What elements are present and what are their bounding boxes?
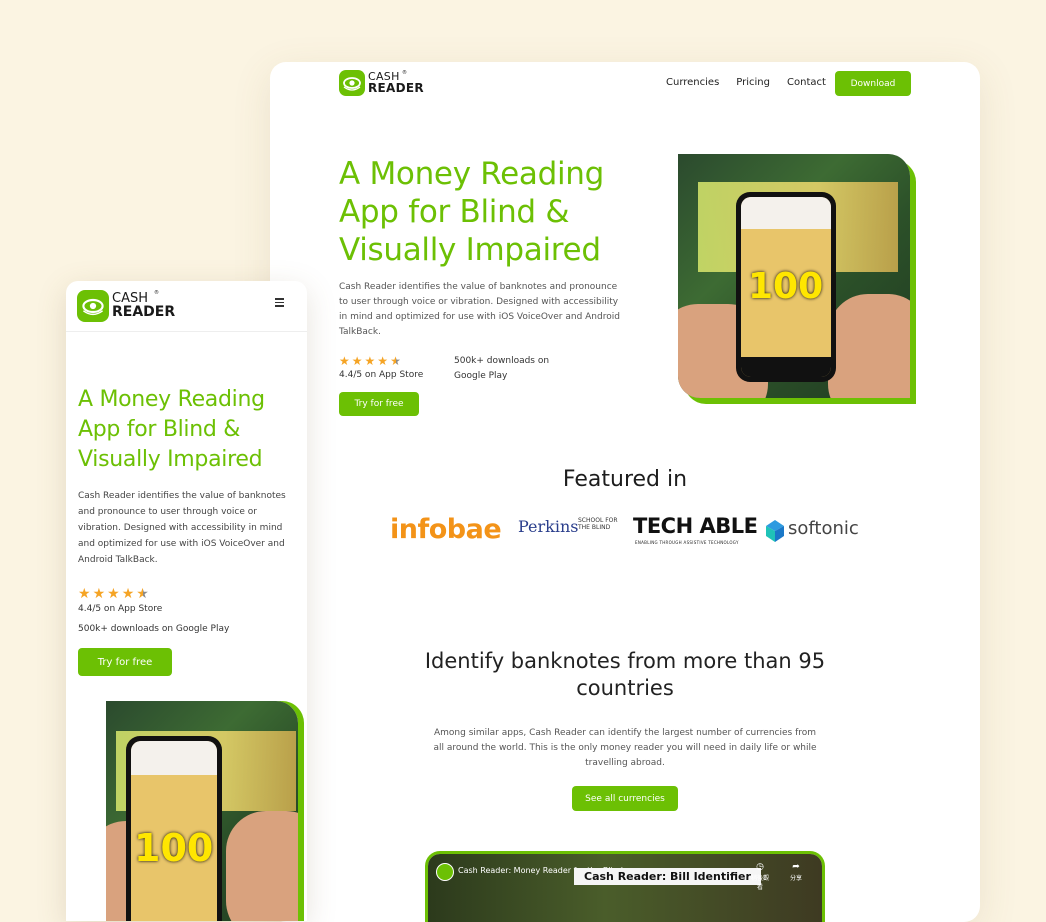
techable-logo-subtitle: ENABLING THROUGH ASSISTIVE TECHNOLOGY xyxy=(635,540,739,545)
video-embed[interactable]: Cash Reader: Money Reader for the Blind … xyxy=(428,854,822,922)
mobile-hero-title: A Money Reading App for Blind & Visually… xyxy=(78,387,265,472)
half-star-icon: ★ xyxy=(136,586,149,602)
star-icon: ★ xyxy=(339,354,350,368)
featured-logos: infobae Perkins SCHOOL FOR THE BLIND TEC… xyxy=(390,514,870,550)
watch-later-label: 稍後觀看 xyxy=(750,875,769,891)
rating-stars: ★ ★ ★ ★ ★ xyxy=(339,355,423,367)
desktop-preview: CASH READER ® Currencies Pricing Contact… xyxy=(270,62,980,922)
softonic-logo[interactable]: softonic xyxy=(788,518,859,539)
mobile-downloads-text: 500k+ downloads on Google Play xyxy=(78,624,230,634)
softonic-icon xyxy=(766,520,784,542)
desktop-hero-description: Cash Reader identifies the value of bank… xyxy=(339,282,620,337)
star-icon: ★ xyxy=(377,354,389,368)
hamburger-menu-icon[interactable] xyxy=(275,298,284,309)
star-icon: ★ xyxy=(121,586,135,602)
registered-mark: ® xyxy=(402,70,407,77)
hand-shape xyxy=(226,811,298,921)
registered-mark: ® xyxy=(154,290,159,297)
screen-top-bar xyxy=(131,741,217,776)
featured-heading: Featured in xyxy=(562,467,688,492)
logo-wordmark: CASH READER ® xyxy=(368,70,424,95)
share-label: 分享 xyxy=(789,875,802,882)
hero-value-label: 100 xyxy=(134,826,214,870)
star-icon: ★ xyxy=(78,586,91,602)
watch-later-button[interactable]: ◷ 稍後觀看 xyxy=(750,862,770,891)
video-thumbnail-text: Cash Reader: Bill Identifier xyxy=(574,868,761,885)
rating-text: 4.4/5 on App Store xyxy=(78,604,163,614)
mobile-hero-description: Cash Reader identifies the value of bank… xyxy=(78,491,286,565)
desktop-hero-title: A Money Reading App for Blind & Visually… xyxy=(339,156,605,268)
screen-top-bar xyxy=(741,197,831,230)
mobile-try-for-free-button[interactable]: Try for free xyxy=(78,648,172,676)
mobile-preview: CASH READER ® A Money Reading App for Bl… xyxy=(66,281,307,921)
download-button[interactable]: Download xyxy=(835,71,911,96)
nav-link-pricing[interactable]: Pricing xyxy=(736,77,770,88)
star-icon: ★ xyxy=(107,586,120,602)
eye-logo-icon xyxy=(339,70,365,96)
nav-link-currencies[interactable]: Currencies xyxy=(666,77,719,88)
share-button[interactable]: ➦ 分享 xyxy=(786,862,806,882)
desktop-hero-image: 100 xyxy=(678,154,910,398)
infobae-logo[interactable]: infobae xyxy=(390,514,502,545)
see-all-currencies-button[interactable]: See all currencies xyxy=(572,786,678,811)
desktop-navbar: CASH READER ® Currencies Pricing Contact… xyxy=(270,62,980,112)
hero-value-label: 100 xyxy=(748,266,824,307)
rating-stars: ★ ★ ★ ★ ★ xyxy=(78,587,162,601)
identify-heading: Identify banknotes from more than 95 cou… xyxy=(424,649,826,700)
clock-icon: ◷ xyxy=(756,862,764,872)
logo-wordmark: CASH READER ® xyxy=(112,290,176,320)
perkins-logo[interactable]: Perkins xyxy=(518,517,579,536)
hand-shape xyxy=(828,294,910,398)
eye-logo-icon xyxy=(77,290,109,322)
nav-link-contact[interactable]: Contact xyxy=(787,77,826,88)
desktop-nav-links: Currencies Pricing Contact xyxy=(666,77,843,88)
identify-description: Among similar apps, Cash Reader can iden… xyxy=(433,728,817,768)
mobile-logo[interactable]: CASH READER ® xyxy=(77,290,175,322)
perkins-logo-subtitle: SCHOOL FOR THE BLIND xyxy=(578,517,618,531)
rating-text: 4.4/5 on App Store xyxy=(339,370,424,380)
mobile-header: CASH READER ® xyxy=(66,281,307,332)
desktop-downloads-text: 500k+ downloads on Google Play xyxy=(454,356,550,381)
mobile-app-store-rating: ★ ★ ★ ★ ★ 4.4/5 on App Store xyxy=(78,587,162,614)
techable-logo[interactable]: TECH ABLE xyxy=(633,514,758,538)
mobile-hero-image: 100 xyxy=(106,701,298,921)
desktop-app-store-rating: ★ ★ ★ ★ ★ 4.4/5 on App Store xyxy=(339,355,423,380)
desktop-logo[interactable]: CASH READER ® xyxy=(339,70,424,96)
logo-line2: READER xyxy=(368,80,424,95)
star-icon: ★ xyxy=(364,354,376,368)
star-icon: ★ xyxy=(351,354,363,368)
half-star-icon: ★ xyxy=(390,354,401,368)
star-icon: ★ xyxy=(92,586,106,602)
screen-bottom-bar xyxy=(741,357,831,377)
channel-avatar[interactable] xyxy=(436,863,454,881)
share-icon: ➦ xyxy=(792,862,800,872)
try-for-free-button[interactable]: Try for free xyxy=(339,392,419,416)
logo-line2: READER xyxy=(112,303,176,320)
